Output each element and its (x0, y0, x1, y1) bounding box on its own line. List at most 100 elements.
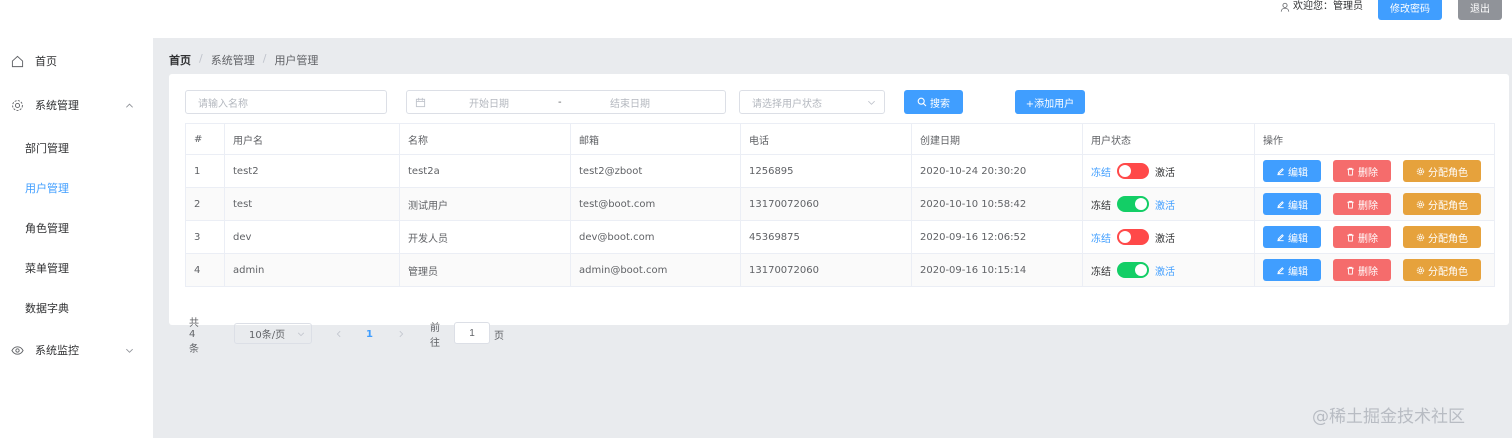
sidebar-item-system-management[interactable]: 系统管理 (0, 85, 153, 125)
cell-username: dev (224, 220, 400, 254)
cell-phone: 13170072060 (740, 253, 912, 287)
status-frozen-label[interactable]: 冻结 (1091, 197, 1111, 212)
status-frozen-label[interactable]: 冻结 (1091, 230, 1111, 245)
sidebar-item-role-management[interactable]: 角色管理 (0, 208, 153, 248)
assign-role-button[interactable]: 分配角色 (1403, 226, 1481, 248)
assign-role-button-label: 分配角色 (1428, 167, 1468, 179)
sidebar-item-department-management[interactable]: 部门管理 (0, 128, 153, 168)
cell-name: 测试用户 (399, 187, 571, 221)
status-frozen-label[interactable]: 冻结 (1091, 164, 1111, 179)
status-switch[interactable] (1117, 229, 1149, 245)
trash-icon (1347, 233, 1354, 242)
date-range-picker[interactable]: 开始日期 - 结束日期 (406, 90, 726, 114)
assign-role-button[interactable]: 分配角色 (1403, 160, 1481, 182)
assign-role-button-label: 分配角色 (1428, 200, 1468, 212)
user-status-select[interactable]: 请选择用户状态 (739, 90, 885, 114)
cell-status: 冻结 激活 (1082, 220, 1255, 254)
sidebar-item-user-management[interactable]: 用户管理 (0, 168, 153, 208)
cell-email: test2@zboot (570, 154, 741, 188)
cell-operations: 编辑 删除 分配角色 (1254, 154, 1495, 188)
cell-email: test@boot.com (570, 187, 741, 221)
cell-email: dev@boot.com (570, 220, 741, 254)
assign-role-button[interactable]: 分配角色 (1403, 193, 1481, 215)
cell-phone: 45369875 (740, 220, 912, 254)
status-active-label[interactable]: 激活 (1155, 164, 1175, 179)
breadcrumb-user-management: 用户管理 (274, 54, 319, 67)
welcome-text-container: 欢迎您：管理员 (1280, 0, 1363, 14)
pagination-goto-input[interactable] (454, 322, 490, 344)
cell-operations: 编辑 删除 分配角色 (1254, 253, 1495, 287)
sidebar-item-data-dictionary[interactable]: 数据字典 (0, 288, 153, 328)
gear-icon (1416, 167, 1425, 175)
gear-icon (12, 99, 23, 111)
chevron-left-icon[interactable] (335, 330, 343, 338)
delete-button-label: 删除 (1358, 200, 1378, 212)
edit-button-label: 编辑 (1288, 266, 1308, 278)
status-switch[interactable] (1117, 196, 1149, 212)
sidebar-item-system-monitor[interactable]: 系统监控 (0, 330, 153, 370)
page-size-select[interactable]: 10条/页 (234, 323, 312, 344)
pagination-current-page[interactable]: 1 (366, 329, 373, 340)
delete-button[interactable]: 删除 (1333, 259, 1391, 281)
search-button-label: 搜索 (930, 98, 950, 110)
sidebar-item-label: 菜单管理 (25, 262, 69, 275)
edit-icon (1277, 233, 1284, 241)
status-frozen-label[interactable]: 冻结 (1091, 263, 1111, 278)
delete-button[interactable]: 删除 (1333, 226, 1391, 248)
breadcrumb-home[interactable]: 首页 (169, 52, 191, 68)
home-icon (11, 55, 24, 67)
column-header-status: 用户状态 (1082, 123, 1255, 155)
pagination-goto-label: 前往 (430, 323, 440, 349)
column-header-index: # (185, 123, 225, 155)
delete-button[interactable]: 删除 (1333, 160, 1391, 182)
chevron-right-icon[interactable] (397, 330, 405, 338)
change-password-button[interactable]: 修改密码 (1378, 0, 1442, 20)
column-header-email: 邮箱 (570, 123, 741, 155)
cell-phone: 1256895 (740, 154, 912, 188)
edit-button[interactable]: 编辑 (1263, 226, 1321, 248)
delete-button-label: 删除 (1358, 266, 1378, 278)
status-switch[interactable] (1117, 163, 1149, 179)
edit-button[interactable]: 编辑 (1263, 193, 1321, 215)
table-row: 2 test 测试用户 test@boot.com 13170072060 2020-10… (185, 187, 1495, 221)
sidebar-item-menu-management[interactable]: 菜单管理 (0, 248, 153, 288)
gear-icon (1416, 233, 1425, 241)
breadcrumb-separator: / (199, 52, 203, 65)
switch-knob (1119, 165, 1131, 177)
pagination-total: 共 4 条 (189, 317, 199, 355)
cell-status: 冻结 激活 (1082, 154, 1255, 188)
delete-button[interactable]: 删除 (1333, 193, 1391, 215)
status-active-label[interactable]: 激活 (1155, 197, 1175, 212)
column-header-name: 名称 (399, 123, 571, 155)
status-active-label[interactable]: 激活 (1155, 263, 1175, 278)
name-search-placeholder: 请输入名称 (198, 98, 248, 110)
sidebar-item-label: 首页 (35, 55, 57, 68)
name-search-input[interactable]: 请输入名称 (185, 90, 387, 114)
status-switch[interactable] (1117, 262, 1149, 278)
sidebar-item-label: 部门管理 (25, 142, 69, 155)
edit-button[interactable]: 编辑 (1263, 259, 1321, 281)
start-date-placeholder[interactable]: 开始日期 (469, 95, 509, 110)
sidebar-item-home[interactable]: 首页 (0, 41, 153, 81)
search-button[interactable]: 搜索 (904, 90, 963, 114)
user-card: 请输入名称 开始日期 - 结束日期 请选择用户状态 搜索 +添加用户 # 用户名… (169, 74, 1509, 355)
watermark: @稀土掘金技术社区 (1312, 407, 1465, 427)
cell-username: admin (224, 253, 400, 287)
assign-role-button[interactable]: 分配角色 (1403, 259, 1481, 281)
logout-button[interactable]: 退出 (1458, 0, 1502, 20)
add-user-button[interactable]: +添加用户 (1015, 90, 1085, 114)
edit-button[interactable]: 编辑 (1263, 160, 1321, 182)
trash-icon (1347, 167, 1354, 176)
column-header-operations: 操作 (1254, 123, 1495, 155)
switch-knob (1135, 198, 1147, 210)
cell-username: test (224, 187, 400, 221)
cell-index: 2 (185, 187, 225, 221)
cell-phone: 13170072060 (740, 187, 912, 221)
top-header: 欢迎您：管理员 修改密码 退出 (0, 0, 1512, 38)
cell-email: admin@boot.com (570, 253, 741, 287)
cell-username: test2 (224, 154, 400, 188)
status-active-label[interactable]: 激活 (1155, 230, 1175, 245)
edit-icon (1277, 200, 1284, 208)
eye-icon (11, 345, 24, 355)
end-date-placeholder[interactable]: 结束日期 (610, 95, 650, 110)
